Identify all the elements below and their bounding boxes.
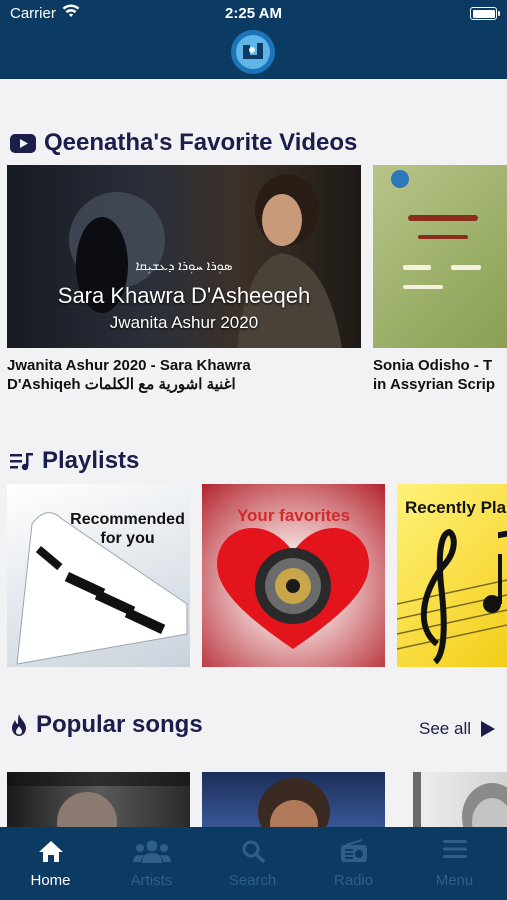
popular-songs-row[interactable]: [7, 772, 507, 827]
playlist-icon: [10, 453, 33, 471]
video-thumbnail[interactable]: [373, 165, 507, 348]
youtube-icon: [10, 133, 36, 153]
tab-menu[interactable]: Menu: [404, 827, 505, 900]
heart-speaker-icon: [217, 528, 369, 649]
video-caption-line2: D'Ashiqeh اغنية اشورية مع الكلمات: [7, 376, 236, 393]
playlist-card[interactable]: Recommended for you: [7, 484, 190, 667]
videos-row[interactable]: ܣܘܼܪܐ ܚܘܼܪܐ ܕܥܫܝܼܩܐ Sara Khawra D'Asheeq…: [7, 165, 507, 394]
playlist-card[interactable]: Your favorites: [202, 484, 385, 667]
popular-section-title: Popular songs: [10, 711, 203, 739]
tab-label: Artists: [130, 872, 173, 889]
music-notes-image: [397, 523, 507, 665]
playlist-label: Recommended for you: [70, 511, 185, 547]
song-artwork: [258, 778, 330, 827]
song-artwork: [7, 772, 190, 827]
tab-label: Search: [228, 872, 277, 889]
video-caption-line1: Jwanita Ashur 2020 - Sara Khawra: [7, 357, 251, 374]
playlists-section-title: Playlists: [10, 447, 139, 475]
video-card[interactable]: ܣܘܼܪܐ ܚܘܼܪܐ ܕܥܫܝܼܩܐ Sara Khawra D'Asheeq…: [7, 165, 361, 394]
video-caption-line2: in Assyrian Scrip: [373, 376, 495, 393]
song-thumbnail[interactable]: [202, 772, 385, 827]
play-arrow-icon: [481, 721, 495, 737]
see-all-label: See all: [419, 719, 471, 738]
playlist-card[interactable]: Recently Pla: [397, 484, 507, 667]
tab-bar: Home Artists Search Radio Menu: [0, 827, 507, 900]
app-header: Carrier 2:25 AM: [0, 0, 507, 79]
video-card[interactable]: Sonia Odisho - T in Assyrian Scrip: [373, 165, 507, 394]
home-icon: [38, 841, 63, 862]
search-icon: [242, 840, 265, 863]
video-thumb-title: Sara Khawra D'Asheeqeh: [57, 283, 311, 308]
video-script-line: ܣܘܼܪܐ ܚܘܼܪܐ ܕܥܫܝܼܩܐ: [135, 258, 233, 273]
song-artwork: [413, 772, 507, 827]
see-all-button[interactable]: See all: [419, 719, 495, 739]
tab-search[interactable]: Search: [202, 827, 303, 900]
users-icon: [132, 840, 171, 863]
video-thumb-subtitle: Jwanita Ashur 2020: [109, 313, 259, 332]
song-thumbnail[interactable]: [397, 772, 507, 827]
song-thumbnail[interactable]: [7, 772, 190, 827]
video-thumbnail[interactable]: ܣܘܼܪܐ ܚܘܼܪܐ ܕܥܫܝܼܩܐ Sara Khawra D'Asheeq…: [7, 165, 361, 348]
tab-label: Menu: [435, 872, 474, 889]
tab-home[interactable]: Home: [0, 827, 101, 900]
radio-icon: [340, 839, 367, 862]
menu-icon: [442, 840, 467, 858]
home-feed[interactable]: Qeenatha's Favorite Videos ܣܘܼܪܐ ܚܘܼܪܐ ܕ…: [0, 79, 507, 827]
playlists-row[interactable]: Recommended for you Your favorites Recen…: [7, 484, 507, 667]
battery-icon: [470, 7, 500, 20]
flame-icon: [12, 714, 26, 736]
tab-artists[interactable]: Artists: [101, 827, 202, 900]
video-thumbnail-art: [391, 170, 481, 289]
tab-radio[interactable]: Radio: [303, 827, 404, 900]
video-caption-line1: Sonia Odisho - T: [373, 357, 493, 374]
videos-section-title: Qeenatha's Favorite Videos: [10, 129, 357, 157]
app-logo[interactable]: [230, 29, 276, 75]
status-bar: Carrier 2:25 AM: [0, 0, 507, 28]
tab-label: Home: [30, 872, 71, 889]
tab-label: Radio: [333, 872, 374, 889]
status-time: 2:25 AM: [225, 5, 282, 22]
